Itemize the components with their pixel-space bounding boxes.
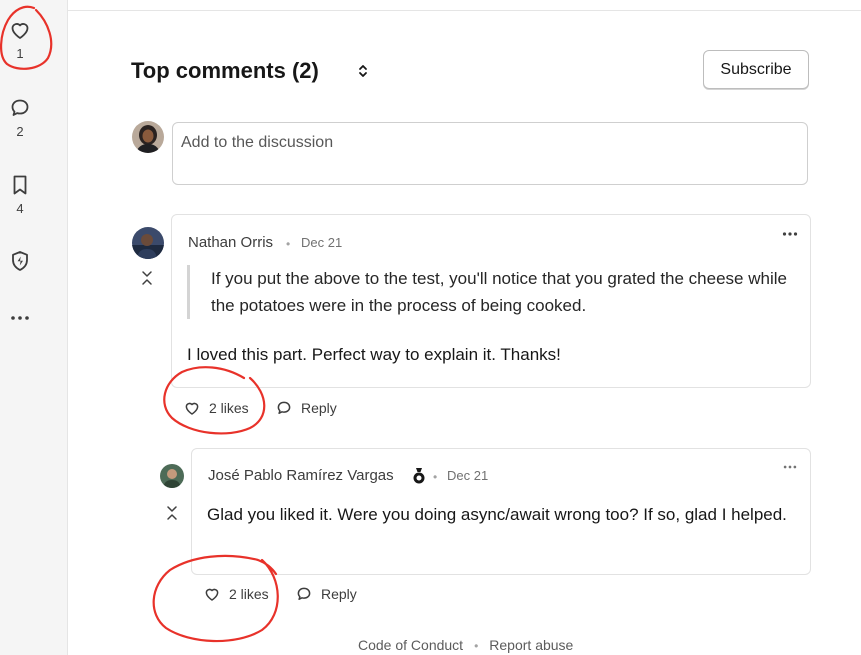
reaction-button[interactable]: 1 xyxy=(0,18,40,61)
subscribe-button[interactable]: Subscribe xyxy=(703,50,809,89)
collapse-thread-button[interactable] xyxy=(140,270,154,291)
article-actions-rail: 1 2 4 xyxy=(0,0,68,655)
bookmark-count: 4 xyxy=(16,201,24,216)
comment-author[interactable]: José Pablo Ramírez Vargas xyxy=(208,467,394,484)
like-count: 2 likes xyxy=(209,400,249,416)
reply-label: Reply xyxy=(301,400,337,416)
meta-separator: • xyxy=(286,237,291,251)
comment-blockquote: If you put the above to the test, you'll… xyxy=(187,265,799,319)
comment-author[interactable]: Nathan Orris xyxy=(188,234,273,251)
like-button[interactable]: 2 likes xyxy=(183,399,249,417)
comment-count: 2 xyxy=(16,124,24,139)
shield-bolt-icon xyxy=(12,251,28,271)
heart-icon xyxy=(185,402,199,415)
comment-composer-input[interactable] xyxy=(172,122,808,185)
like-button[interactable]: 2 likes xyxy=(203,585,269,603)
current-user-avatar[interactable] xyxy=(132,121,164,153)
comment-body: Glad you liked it. Were you doing async/… xyxy=(207,505,787,524)
boost-button[interactable] xyxy=(0,249,40,273)
author-avatar[interactable] xyxy=(160,464,184,488)
collapse-thread-button[interactable] xyxy=(165,505,179,526)
footer-links: Code of Conduct • Report abuse xyxy=(358,637,573,653)
more-options-button[interactable] xyxy=(0,306,40,330)
comments-title: Top comments (2) xyxy=(131,58,319,83)
bookmark-button[interactable]: 4 xyxy=(0,173,40,216)
bookmark-icon xyxy=(13,175,27,195)
collapse-icon xyxy=(167,506,177,520)
sort-chevrons-icon xyxy=(359,65,367,77)
footer-separator: • xyxy=(474,639,479,653)
heart-icon xyxy=(11,23,29,39)
ellipsis-icon xyxy=(782,232,798,236)
like-count: 2 likes xyxy=(229,586,269,602)
author-badge-icon xyxy=(412,467,426,490)
comment-body: I loved this part. Perfect way to explai… xyxy=(187,345,561,364)
meta-separator: • xyxy=(433,470,438,484)
top-divider xyxy=(67,10,861,11)
reaction-count: 1 xyxy=(16,46,24,61)
comment-icon xyxy=(277,401,291,414)
ellipsis-icon xyxy=(783,465,797,469)
collapse-icon xyxy=(142,271,152,285)
reply-button[interactable]: Reply xyxy=(295,585,357,603)
comments-jump-button[interactable]: 2 xyxy=(0,96,40,139)
reply-button[interactable]: Reply xyxy=(275,399,337,417)
comment-date[interactable]: Dec 21 xyxy=(301,235,342,250)
author-avatar[interactable] xyxy=(132,227,164,259)
heart-icon xyxy=(205,588,219,601)
comment-options-button[interactable] xyxy=(781,225,799,248)
comment-date[interactable]: Dec 21 xyxy=(447,468,488,483)
report-abuse-link[interactable]: Report abuse xyxy=(489,637,573,653)
sort-toggle[interactable] xyxy=(354,62,372,80)
comment-icon xyxy=(11,99,29,116)
comment-icon xyxy=(297,587,311,600)
comment-options-button[interactable] xyxy=(782,459,798,480)
reply-label: Reply xyxy=(321,586,357,602)
code-of-conduct-link[interactable]: Code of Conduct xyxy=(358,637,463,653)
ellipsis-icon xyxy=(11,316,29,320)
